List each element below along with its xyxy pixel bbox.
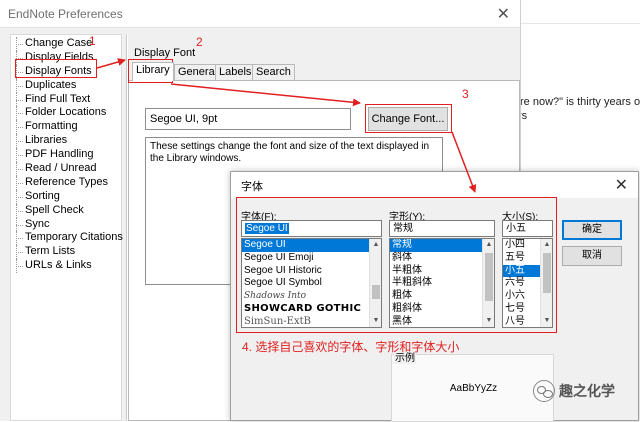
background-text-line: re now?" is thirty years old. A <box>520 96 640 108</box>
ok-button[interactable]: 确定 <box>562 220 622 240</box>
font-dialog-titlebar: 字体 ✕ <box>231 172 638 198</box>
nav-item-pdf-handling[interactable]: PDF Handling <box>11 148 121 162</box>
nav-item-reference-types[interactable]: Reference Types <box>11 175 121 190</box>
watermark: 趣之化学 <box>533 380 615 402</box>
preferences-nav-list: Change Case Display Fields Display Fonts… <box>10 34 123 421</box>
tab-library[interactable]: Library <box>132 62 174 81</box>
current-font-display: Segoe UI, 9pt <box>145 108 351 130</box>
pane-title: Display Font <box>134 47 196 59</box>
annotation-number-2: 2 <box>196 35 203 49</box>
annotation-box-display-fonts <box>15 59 97 78</box>
tab-labels[interactable]: Labels <box>215 64 256 80</box>
nav-item-libraries[interactable]: Libraries <box>11 134 121 149</box>
nav-item-duplicates[interactable]: Duplicates <box>11 78 121 93</box>
font-sample-text: AaBbYyZz <box>449 383 498 394</box>
nav-item-spell-check[interactable]: Spell Check <box>11 203 121 218</box>
font-sample-box: 示例 AaBbYyZz <box>391 349 554 422</box>
preferences-titlebar: EndNote Preferences ✕ <box>0 0 520 28</box>
nav-item-formatting[interactable]: Formatting <box>11 120 121 135</box>
close-icon[interactable]: ✕ <box>615 175 628 195</box>
tab-search[interactable]: Search <box>252 64 295 80</box>
wechat-icon <box>533 380 555 402</box>
nav-item-urls-links[interactable]: URLs & Links <box>11 259 121 274</box>
annotation-step-4: 4. 选择自己喜欢的字体、字形和字体大小 <box>242 340 460 354</box>
nav-item-temporary-citations[interactable]: Temporary Citations <box>11 231 123 246</box>
nav-item-read-unread[interactable]: Read / Unread <box>11 162 121 176</box>
font-dialog-title: 字体 <box>241 181 263 193</box>
watermark-text: 趣之化学 <box>559 383 615 399</box>
annotation-box-font-selection <box>236 197 557 333</box>
cancel-button[interactable]: 取消 <box>562 246 622 266</box>
nav-item-change-case[interactable]: Change Case <box>11 37 121 51</box>
nav-item-term-lists[interactable]: Term Lists <box>11 245 121 260</box>
nav-item-sync[interactable]: Sync <box>11 217 121 232</box>
annotation-box-change-font <box>365 104 452 133</box>
background-toolbar <box>520 0 640 24</box>
annotation-number-3: 3 <box>462 87 469 101</box>
annotation-number-1: 1 <box>89 34 96 48</box>
window-title: EndNote Preferences <box>8 7 123 21</box>
nav-item-find-full-text[interactable]: Find Full Text <box>11 92 121 107</box>
nav-item-sorting[interactable]: Sorting <box>11 189 121 204</box>
close-icon[interactable]: ✕ <box>497 4 510 24</box>
nav-item-folder-locations[interactable]: Folder Locations <box>11 106 121 121</box>
